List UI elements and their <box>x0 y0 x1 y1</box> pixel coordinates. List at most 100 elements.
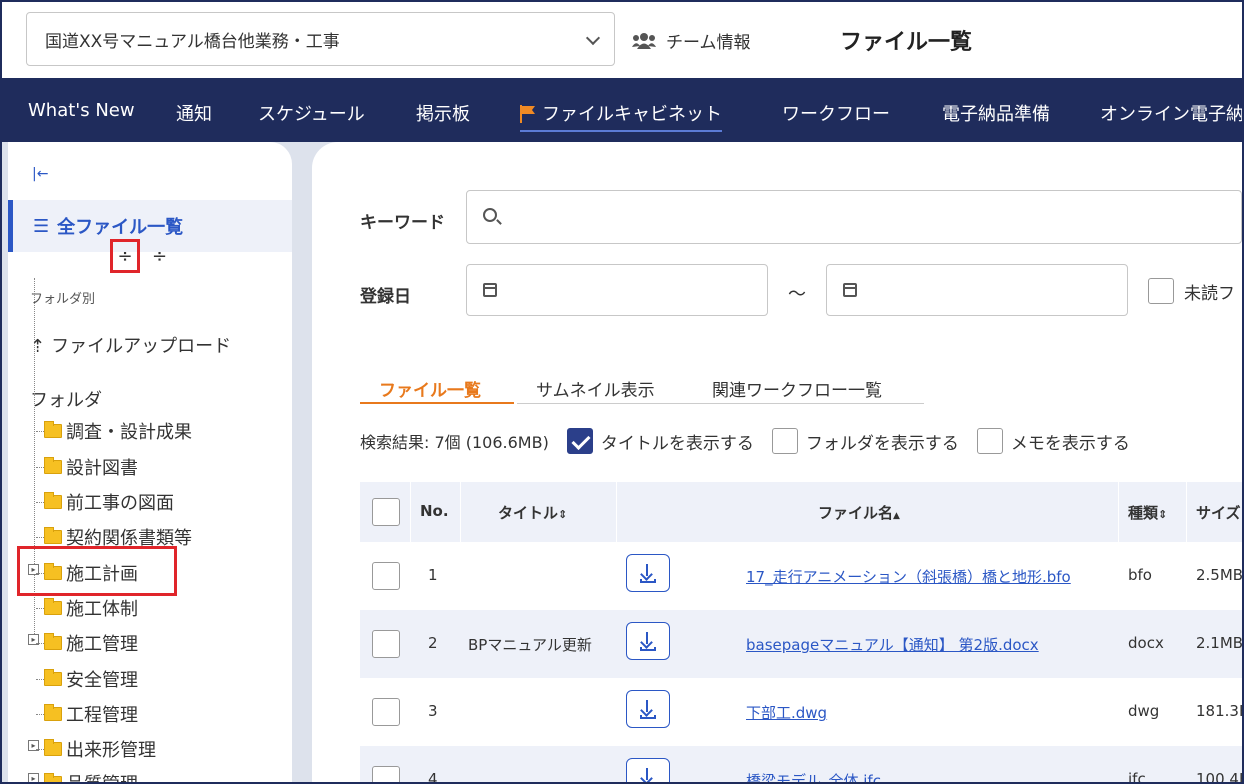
table-row[interactable]: 4 橋梁モデル_全体.ifc ifc 100.4KB <box>360 746 1242 784</box>
folder-icon <box>44 669 62 686</box>
show-memo-label: メモを表示する <box>1010 433 1130 454</box>
nav-bulletin-board[interactable]: 掲示板 <box>416 100 470 126</box>
table-row[interactable]: 2 BPマニュアル更新 basepageマニュアル【通知】 第2版.docx d… <box>360 610 1242 678</box>
keyword-input[interactable] <box>466 190 1242 244</box>
row-size: 2.5MB <box>1196 566 1244 584</box>
download-icon[interactable] <box>626 690 670 728</box>
tab-divider <box>517 403 924 404</box>
collapse-sidebar-icon[interactable]: |← <box>32 166 48 182</box>
show-folder-label: フォルダを表示する <box>805 433 959 454</box>
folder-item[interactable]: 安全管理 <box>36 666 138 692</box>
tab-thumbnail[interactable]: サムネイル表示 <box>536 376 655 409</box>
row-checkbox[interactable] <box>372 766 400 782</box>
expand-all-icon[interactable]: ÷ <box>110 239 140 273</box>
project-select[interactable]: 国道XX号マニュアル橋台他業務・工事 <box>26 12 615 66</box>
folder-icon <box>44 739 62 756</box>
sidebar-item-all-files[interactable]: ☰ 全ファイル一覧 <box>8 200 292 252</box>
row-filename-link[interactable]: basepageマニュアル【通知】 第2版.docx <box>746 634 1039 655</box>
collapse-all-icon[interactable]: ÷ <box>152 246 167 267</box>
folder-item[interactable]: 施工体制 <box>36 595 138 621</box>
show-memo-option[interactable]: メモを表示する <box>976 428 1130 454</box>
results-bar: 検索結果: 7個 (106.6MB) タイトルを表示する フォルダを表示する メ… <box>360 428 1130 454</box>
folder-item[interactable]: 前工事の図面 <box>36 489 174 515</box>
table-header: No. タイトル⇕ ファイル名▲ 種類⇕ サイズ <box>360 482 1242 542</box>
folder-item[interactable]: 調査・設計成果 <box>36 418 192 444</box>
nav-whats-new[interactable]: What's New <box>28 100 135 121</box>
folder-item[interactable]: 出来形管理 <box>36 736 156 762</box>
show-folder-option[interactable]: フォルダを表示する <box>771 428 959 454</box>
row-size: 100.4KB <box>1196 770 1242 784</box>
unread-checkbox[interactable] <box>1148 278 1174 304</box>
team-info-link[interactable]: チーム情報 <box>632 28 751 53</box>
date-from-input[interactable] <box>466 264 768 316</box>
row-filename-link[interactable]: 17_走行アニメーション（斜張橋）橋と地形.bfo <box>746 566 1071 587</box>
nav-electronic-delivery-prep[interactable]: 電子納品準備 <box>942 100 1050 126</box>
page-title: ファイル一覧 <box>840 30 973 55</box>
table-row[interactable]: 1 17_走行アニメーション（斜張橋）橋と地形.bfo bfo 2.5MB <box>360 542 1242 610</box>
tab-related-workflows[interactable]: 関連ワークフロー一覧 <box>712 376 882 409</box>
folder-icon <box>44 633 62 650</box>
row-checkbox[interactable] <box>372 562 400 590</box>
download-icon[interactable] <box>626 622 670 660</box>
folder-icon <box>44 704 62 721</box>
folder-icon <box>44 457 62 474</box>
row-filename-link[interactable]: 下部工.dwg <box>746 702 827 723</box>
folder-item[interactable]: 設計図書 <box>36 454 138 480</box>
calendar-icon <box>483 283 497 297</box>
header-filename[interactable]: ファイル名▲ <box>818 502 900 523</box>
row-size: 181.3KB <box>1196 702 1242 720</box>
nav-online-electronic-delivery[interactable]: オンライン電子納 <box>1100 100 1242 126</box>
row-checkbox[interactable] <box>372 630 400 658</box>
row-no: 1 <box>428 566 438 584</box>
show-folder-checkbox[interactable] <box>771 428 798 454</box>
show-title-option[interactable]: タイトルを表示する <box>566 428 754 454</box>
unread-filter[interactable]: 未読フ <box>1148 278 1235 304</box>
folder-label: 施工管理 <box>66 634 138 655</box>
nav-workflow[interactable]: ワークフロー <box>782 100 890 126</box>
folder-icon <box>44 527 62 544</box>
calendar-icon <box>843 283 857 297</box>
keyword-label: キーワード <box>360 213 445 233</box>
folder-heading: フォルダ <box>30 390 102 411</box>
header-no[interactable]: No. <box>420 502 449 520</box>
row-checkbox[interactable] <box>372 698 400 726</box>
folder-item[interactable]: 品質管理 <box>36 770 138 782</box>
team-info-label: チーム情報 <box>666 33 751 53</box>
show-memo-checkbox[interactable] <box>976 428 1003 454</box>
folder-icon <box>44 598 62 615</box>
nav-notifications[interactable]: 通知 <box>176 100 212 126</box>
header-size[interactable]: サイズ <box>1196 502 1241 523</box>
sort-asc-icon: ▲ <box>893 511 900 521</box>
folder-label: 工程管理 <box>66 705 138 726</box>
row-no: 2 <box>428 634 438 652</box>
header-filename-label: ファイル名 <box>818 504 894 522</box>
sort-icon: ⇕ <box>1158 508 1168 521</box>
nav-file-cabinet[interactable]: ファイルキャビネット <box>520 100 722 132</box>
show-title-checkbox[interactable] <box>566 428 593 454</box>
select-all-checkbox[interactable] <box>372 498 400 526</box>
header-type[interactable]: 種類⇕ <box>1128 502 1167 523</box>
row-filename-link[interactable]: 橋梁モデル_全体.ifc <box>746 770 881 782</box>
download-icon[interactable] <box>626 554 670 592</box>
download-icon[interactable] <box>626 758 670 782</box>
nav-schedule[interactable]: スケジュール <box>258 100 365 126</box>
row-no: 4 <box>428 770 438 784</box>
header-title[interactable]: タイトル⇕ <box>498 502 567 523</box>
row-no: 3 <box>428 702 438 720</box>
folder-icon <box>44 421 62 438</box>
table-row[interactable]: 3 下部工.dwg dwg 181.3KB <box>360 678 1242 746</box>
folder-label: 施工体制 <box>66 599 138 620</box>
unread-label: 未読フ <box>1184 283 1235 304</box>
nav-file-cabinet-label: ファイルキャビネット <box>542 104 722 125</box>
upload-icon: ⇡ <box>30 336 46 357</box>
folder-item[interactable]: 施工管理 <box>36 630 138 656</box>
show-title-label: タイトルを表示する <box>600 433 754 454</box>
project-select-value: 国道XX号マニュアル橋台他業務・工事 <box>45 31 340 52</box>
folder-icon <box>44 773 62 782</box>
folder-item[interactable]: 工程管理 <box>36 701 138 727</box>
date-to-input[interactable] <box>826 264 1128 316</box>
file-upload-link[interactable]: ⇡ ファイルアップロード <box>30 332 231 358</box>
tab-file-list[interactable]: ファイル一覧 <box>379 376 481 409</box>
folder-icon <box>44 492 62 509</box>
file-upload-label: ファイルアップロード <box>51 336 232 357</box>
